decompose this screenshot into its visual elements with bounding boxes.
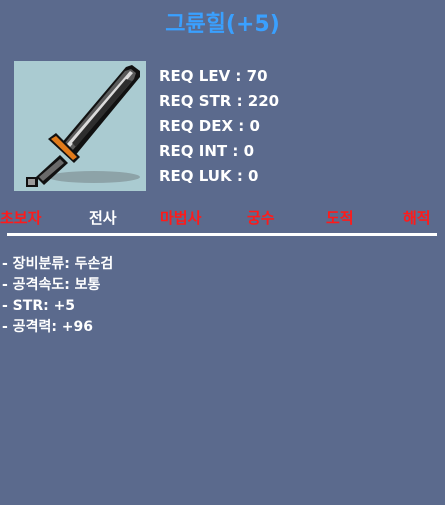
job-magician: 마법사 (160, 209, 202, 227)
stats-list: - 장비분류: 두손검 - 공격속도: 보통 - STR: +5 - 공격력: … (2, 254, 113, 338)
job-list: 초보자 전사 마법사 궁수 도적 해적 (0, 207, 445, 229)
req-dex: REQ DEX : 0 (159, 117, 260, 135)
job-archer: 궁수 (247, 209, 275, 227)
stat-attack-speed: - 공격속도: 보통 (2, 277, 101, 293)
divider (7, 233, 437, 236)
job-beginner: 초보자 (0, 209, 42, 227)
job-pirate: 해적 (403, 209, 431, 227)
req-level: REQ LEV : 70 (159, 67, 268, 85)
stat-equip-type: - 장비분류: 두손검 (2, 256, 114, 272)
req-int: REQ INT : 0 (159, 142, 255, 160)
stat-str: - STR: +5 (2, 298, 76, 314)
item-title: 그륜힐(+5) (165, 12, 280, 37)
stat-attack: - 공격력: +96 (2, 319, 94, 335)
job-warrior: 전사 (89, 209, 117, 227)
job-thief: 도적 (326, 209, 354, 227)
req-luk: REQ LUK : 0 (159, 167, 259, 185)
two-handed-sword-icon (26, 65, 140, 187)
item-icon-frame (14, 61, 146, 191)
requirements-list: REQ LEV : 70 REQ STR : 220 REQ DEX : 0 R… (159, 64, 279, 189)
req-str: REQ STR : 220 (159, 92, 280, 110)
